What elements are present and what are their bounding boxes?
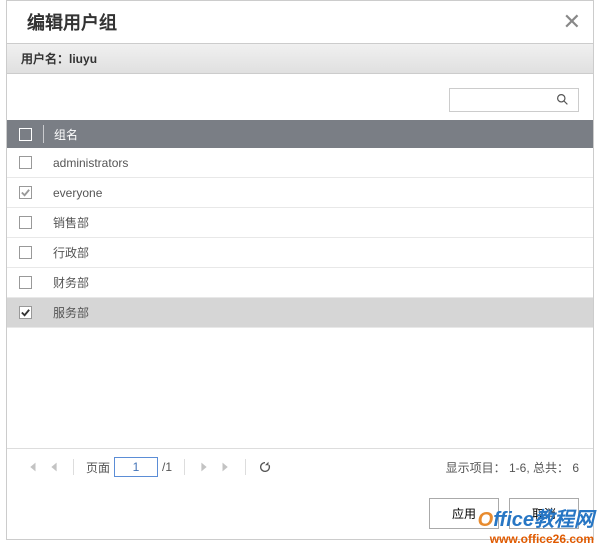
search-input[interactable] [450,93,550,107]
dialog-footer: 应用 取消 [429,498,579,529]
refresh-icon[interactable] [254,460,276,474]
display-info: 显示项目： 1-6, 总共： 6 [446,459,579,476]
group-name: 销售部 [43,214,593,231]
next-page-icon[interactable] [193,460,215,474]
prev-page-icon[interactable] [43,460,65,474]
group-name: 服务部 [43,304,593,321]
row-checkbox[interactable] [19,276,32,289]
column-header-group[interactable]: 组名 [44,126,593,143]
page-input[interactable] [114,457,158,477]
table-header: 组名 [7,120,593,148]
table-row[interactable]: 财务部 [7,268,593,298]
pager-sep-2 [184,459,185,475]
group-name: everyone [43,186,593,200]
row-checkbox[interactable] [19,306,32,319]
table-row[interactable]: 服务部 [7,298,593,328]
dialog-title: 编辑用户组 [27,9,117,35]
group-name: 行政部 [43,244,593,261]
page-total: /1 [162,460,172,474]
username-value: liuyu [69,52,97,66]
group-name: 财务部 [43,274,593,291]
search-row [7,74,593,120]
search-box [449,88,579,112]
dialog-header: 编辑用户组 ✕ [7,1,593,43]
apply-button[interactable]: 应用 [429,498,499,529]
table-body: administrators everyone 销售部行政部财务部服务部 [7,148,593,328]
page-label: 页面 [86,459,110,476]
close-icon[interactable]: ✕ [563,9,581,35]
select-all-checkbox[interactable] [19,128,32,141]
first-page-icon[interactable] [21,460,43,474]
pager: 页面 /1 显示项目： 1-6, 总共： 6 [7,448,593,485]
row-checkbox[interactable] [19,156,32,169]
pager-sep [73,459,74,475]
last-page-icon[interactable] [215,460,237,474]
row-checkbox[interactable] [19,186,32,199]
table-row[interactable]: 行政部 [7,238,593,268]
search-icon[interactable] [550,91,574,109]
cancel-button[interactable]: 取消 [509,498,579,529]
username-label: 用户名： [21,52,69,66]
row-checkbox[interactable] [19,246,32,259]
table-row[interactable]: 销售部 [7,208,593,238]
table-row[interactable]: everyone [7,178,593,208]
row-checkbox[interactable] [19,216,32,229]
dialog: 编辑用户组 ✕ 用户名：liuyu 组名 administrators every… [6,0,594,540]
pager-sep-3 [245,459,246,475]
username-bar: 用户名：liuyu [7,43,593,74]
group-name: administrators [43,156,593,170]
table-row[interactable]: administrators [7,148,593,178]
